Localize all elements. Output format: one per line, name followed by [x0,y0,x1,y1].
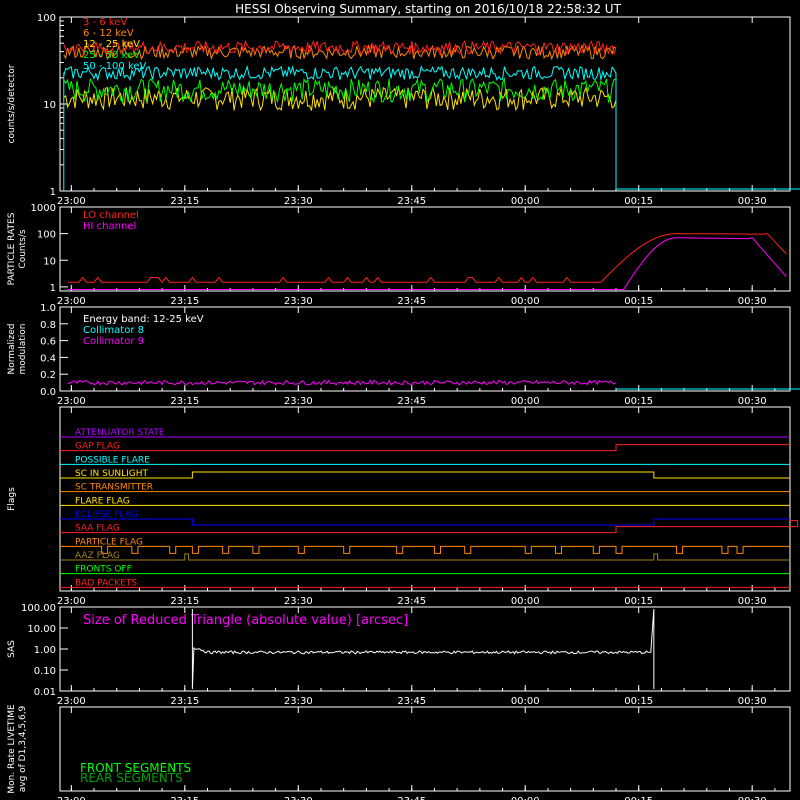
legend-entry: 25 - 50 keV [83,50,140,61]
legend-entry: 50 - 100 keV [83,61,147,72]
x-tick-label: 00:15 [624,796,653,800]
panel-frame-0 [59,16,791,192]
y-tick-label: 0.01 [34,687,56,698]
y-tick-label: 100 [37,230,56,241]
sas-annotation: Size of Reduced Triangle (absolute value… [83,613,408,628]
y-tick-label: 0.10 [34,666,56,677]
y-tick-label: 0.0 [40,387,56,398]
x-tick-label: 23:15 [170,796,199,800]
x-tick-label: 00:15 [624,296,653,307]
x-tick-label: 23:30 [284,596,313,607]
legend-entry: HI channel [83,221,136,232]
y-tick-label: 0.4 [40,353,56,364]
x-tick-label: 23:15 [170,696,199,707]
x-tick-label: 23:45 [397,396,426,407]
x-tick-label: 23:45 [397,796,426,800]
y-tick-label: 0.6 [40,337,56,348]
x-tick-label: 23:00 [57,596,86,607]
x-tick-label: 00:15 [624,696,653,707]
x-tick-label: 23:30 [284,396,313,407]
x-tick-label: 23:00 [57,696,86,707]
y-tick-label: 1 [50,187,56,198]
flag-line [60,471,790,479]
x-tick-label: 00:00 [511,296,540,307]
x-tick-label: 23:45 [397,296,426,307]
chart-title: HESSI Observing Summary, starting on 201… [235,2,621,16]
x-tick-label: 00:30 [738,596,767,607]
y-tick-label: 1000 [31,203,56,214]
x-tick-label: 00:30 [738,396,767,407]
y-tick-label: 100 [37,13,56,24]
x-tick-label: 00:30 [738,796,767,800]
y-tick-label: 100.00 [21,603,56,614]
x-tick-label: 00:30 [738,296,767,307]
x-tick-label: 23:00 [57,796,86,800]
x-tick-label: 00:00 [511,796,540,800]
flags-ylabel: Flags [7,487,17,511]
sas-ylabel: SAS [7,640,17,658]
x-tick-label: 23:45 [397,596,426,607]
x-tick-label: 23:15 [170,396,199,407]
x-tick-label: 23:15 [170,296,199,307]
x-tick-label: 23:45 [397,196,426,207]
x-tick-label: 23:30 [284,696,313,707]
x-tick-label: 00:30 [738,696,767,707]
legend-entry: REAR SEGMENTS [80,771,183,785]
flag-line [60,545,790,554]
x-tick-label: 00:30 [738,196,767,207]
y-tick-label: 1.0 [40,303,56,314]
x-tick-label: 00:00 [511,396,540,407]
modulation-line [67,379,617,386]
legend-entry: 12 - 25 keV [83,39,140,50]
observing-summary-chart: HESSI Observing Summary, starting on 201… [7,2,800,800]
panel-frame-3 [59,406,791,592]
y-tick-label: 0.8 [40,320,56,331]
x-tick-label: 23:45 [397,696,426,707]
x-tick-label: 23:15 [170,596,199,607]
series-line [63,39,617,56]
flag-line [60,444,790,452]
livetime-ylabel: Mon. Rate LIVETIME [7,704,17,794]
flag-line [60,553,790,561]
x-tick-label: 00:15 [624,596,653,607]
y-tick-label: 10.00 [27,624,56,635]
particle-line [67,233,787,283]
legend-entry: Energy band: 12-25 keV [83,314,204,325]
y-tick-label: 10 [43,256,56,267]
panel-frame-1 [59,206,791,292]
legend-entry: LO channel [83,210,139,221]
flag-line [60,520,799,534]
particle-rates-ylabel: PARTICLE RATES [7,212,17,285]
legend-entry: 3 - 6 keV [83,17,127,28]
legend-entry: Collimator 8 [83,325,144,336]
legend-entry: 6 - 12 keV [83,28,134,39]
series-line [63,64,617,82]
y-tick-label: 0.2 [40,370,56,381]
count-rate-ylabel: counts/s/detector [7,64,17,143]
y-tick-label: 1 [50,283,56,294]
x-tick-label: 23:30 [284,796,313,800]
x-tick-label: 00:15 [624,196,653,207]
x-tick-label: 23:30 [284,196,313,207]
x-tick-label: 23:15 [170,196,199,207]
modulation-ylabel: Normalized [7,323,17,374]
x-tick-label: 23:30 [284,296,313,307]
x-tick-label: 00:00 [511,696,540,707]
x-tick-label: 00:15 [624,396,653,407]
x-tick-label: 23:00 [57,396,86,407]
legend-entry: Collimator 9 [83,336,144,347]
x-tick-label: 23:00 [57,196,86,207]
x-tick-label: 23:00 [57,296,86,307]
x-tick-label: 00:00 [511,196,540,207]
y-tick-label: 10 [43,100,56,111]
modulation-ylabel: modulation [18,324,28,375]
flag-line [60,518,790,526]
x-tick-label: 00:00 [511,596,540,607]
particle-rates-ylabel: Counts/s [18,229,28,268]
livetime-ylabel: avg of D1,3,4,5,6,9 [18,705,28,792]
y-tick-label: 1.00 [34,645,56,656]
